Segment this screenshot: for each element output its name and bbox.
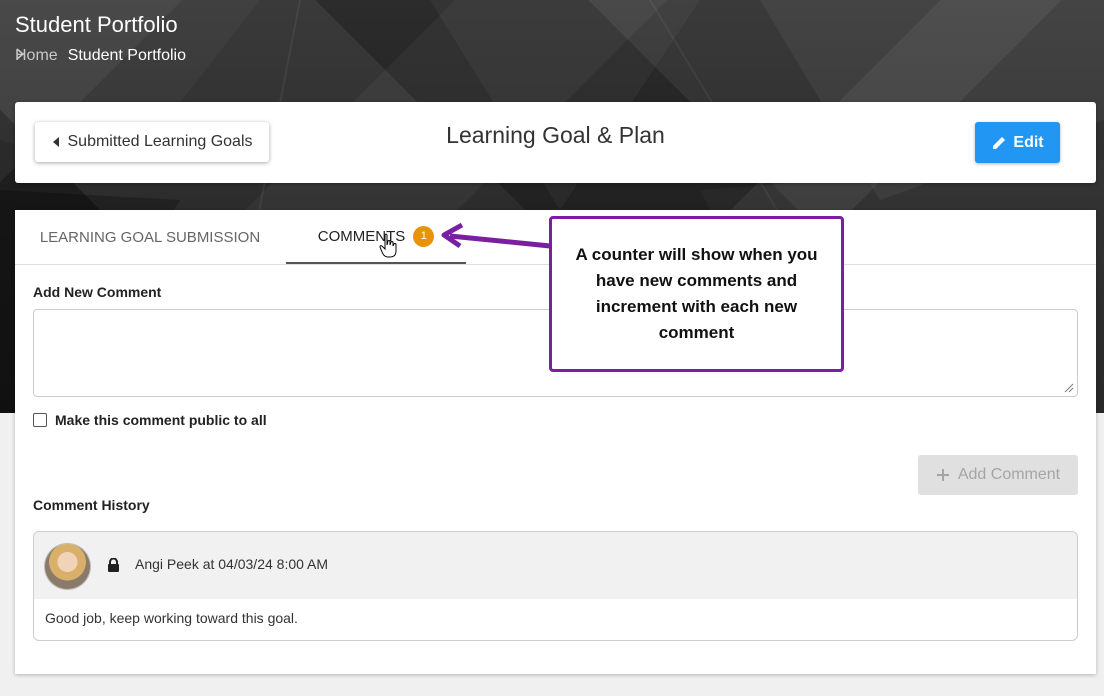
header-card: Submitted Learning Goals Learning Goal &…: [15, 102, 1096, 183]
avatar: [45, 544, 90, 589]
card-title: Learning Goal & Plan: [446, 122, 665, 148]
page-title: Student Portfolio: [15, 12, 178, 37]
edit-button-label: Edit: [1013, 133, 1044, 151]
comment-history-item: Angi Peek at 04/03/24 8:00 AM Good job, …: [33, 531, 1078, 641]
callout-text: A counter will show when you have new co…: [575, 245, 818, 342]
comments-count-badge: 1: [413, 225, 435, 247]
public-checkbox[interactable]: [33, 413, 47, 427]
comment-header: Angi Peek at 04/03/24 8:00 AM: [34, 532, 1077, 599]
lock-icon: [108, 558, 119, 572]
tab-learning-goal-submission[interactable]: LEARNING GOAL SUBMISSION: [15, 210, 285, 264]
arrow-icon: [441, 222, 551, 249]
public-option: Make this comment public to all: [33, 412, 267, 428]
public-label: Make this comment public to all: [55, 412, 267, 428]
comment-history-label: Comment History: [33, 497, 150, 513]
add-comment-button[interactable]: Add Comment: [918, 455, 1078, 495]
resize-handle-icon[interactable]: [1064, 383, 1074, 393]
annotation-callout: A counter will show when you have new co…: [549, 216, 844, 372]
hand-cursor-icon: [379, 233, 397, 258]
add-comment-label: Add New Comment: [33, 284, 162, 300]
comment-text: Good job, keep working toward this goal.: [45, 610, 298, 626]
add-comment-label: Add Comment: [957, 466, 1061, 483]
breadcrumb-current: Student Portfolio: [67, 47, 186, 64]
plus-icon: [936, 469, 949, 481]
edit-button[interactable]: Edit: [975, 122, 1060, 163]
comment-author-time: Angi Peek at 04/03/24 8:00 AM: [135, 556, 329, 572]
chevron-right-icon: [16, 48, 25, 60]
pencil-icon: [993, 136, 1006, 149]
breadcrumb: Home Student Portfolio: [15, 47, 186, 65]
tab-label: LEARNING GOAL SUBMISSION: [39, 228, 261, 246]
